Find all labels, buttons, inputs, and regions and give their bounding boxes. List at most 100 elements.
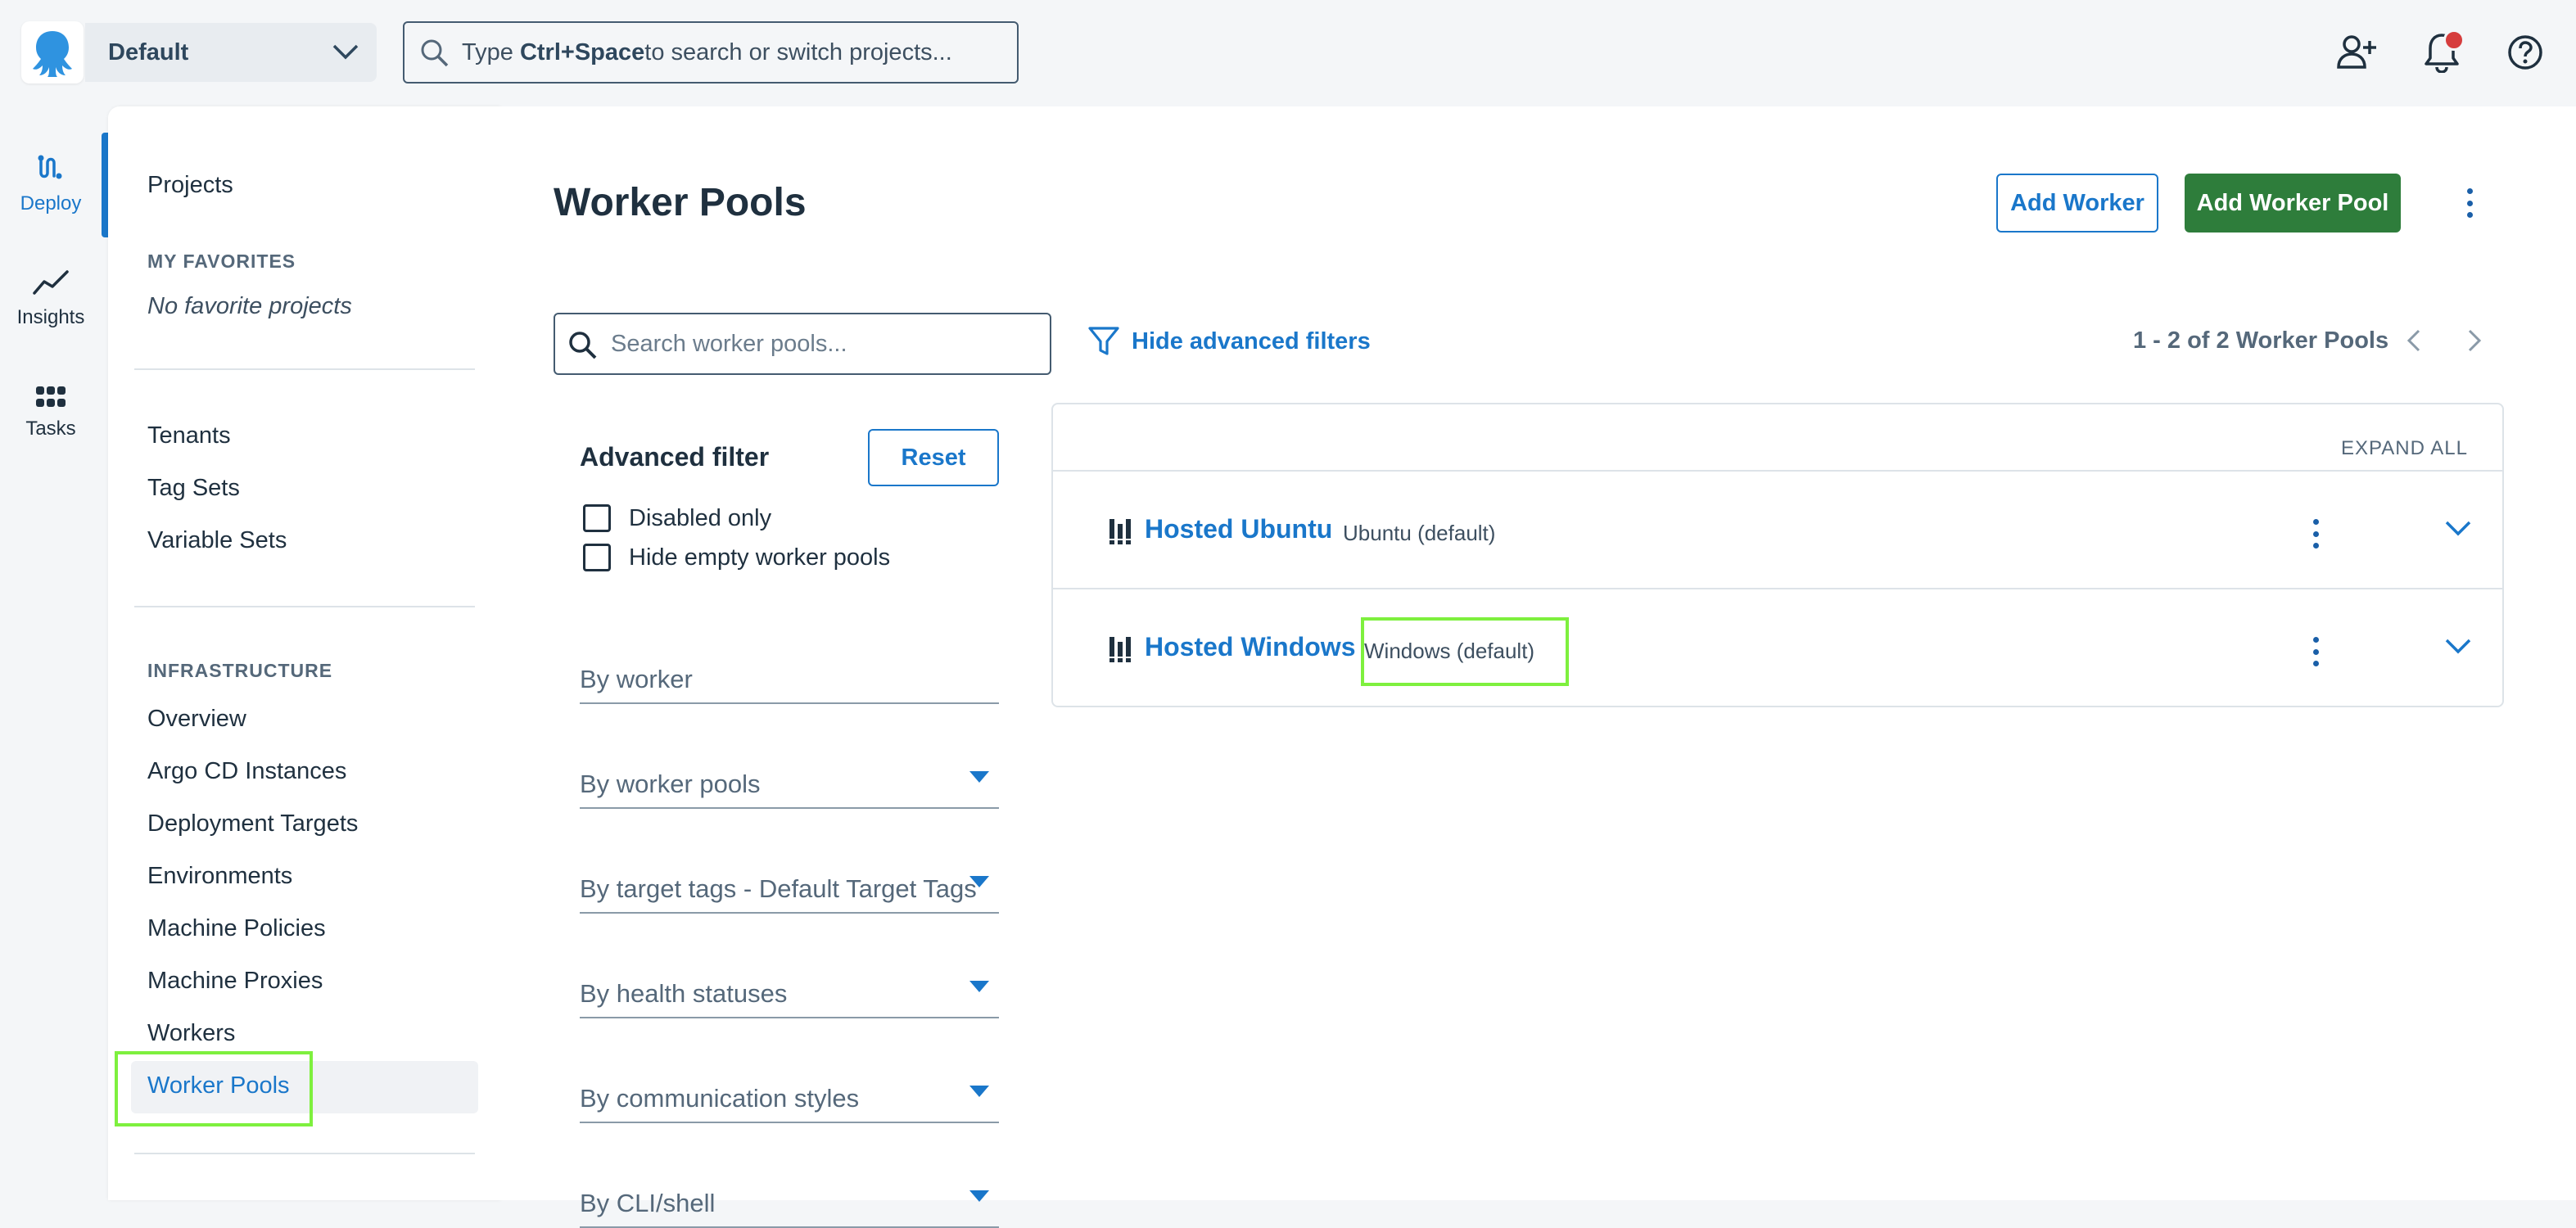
sidebar-item-variable-sets[interactable]: Variable Sets [147,527,287,554]
search-icon [567,329,599,368]
search-prefix: Type [462,38,513,65]
sidebar-item-machine-policies[interactable]: Machine Policies [147,915,326,942]
hide-filters-label: Hide advanced filters [1132,327,1371,354]
add-user-icon [2337,35,2376,69]
dropdown-arrow-icon [969,771,989,783]
row-overflow-menu-button[interactable] [2307,637,2324,666]
checkbox-box [583,544,611,571]
invite-user-button[interactable] [2332,28,2381,77]
worker-pool-type: Ubuntu (default) [1343,521,1496,545]
divider [134,1153,475,1154]
sidebar-item-workers[interactable]: Workers [147,1020,235,1047]
highlight-box [1361,617,1569,686]
rail-label-tasks: Tasks [25,418,76,440]
infrastructure-sidebar: Projects MY FAVORITES No favorite projec… [108,106,501,1200]
row-overflow-menu-button[interactable] [2307,519,2324,549]
sidebar-item-argo-cd-instances[interactable]: Argo CD Instances [147,758,346,785]
dropdown-arrow-icon [969,1086,989,1097]
chevron-left-icon [2407,329,2420,352]
by-worker-input[interactable]: By worker [580,658,999,704]
highlight-box [115,1051,313,1126]
add-worker-button[interactable]: Add Worker [1996,174,2158,233]
by-comm-placeholder: By communication styles [580,1084,860,1113]
hide-empty-pools-checkbox[interactable]: Hide empty worker pools [583,544,890,571]
help-icon [2508,35,2542,70]
advanced-filter-title: Advanced filter [580,442,770,472]
worker-pools-list: EXPAND ALL Hosted Ubuntu Ubuntu (default… [1051,403,2504,707]
worker-pool-name[interactable]: Hosted Windows [1145,632,1355,662]
pagination-summary: 1 - 2 of 2 Worker Pools [2133,327,2389,354]
by-target-tags-placeholder: By target tags - Default Target Tags [580,874,977,903]
by-cli-placeholder: By CLI/shell [580,1189,716,1217]
infrastructure-header: INFRASTRUCTURE [147,660,333,681]
no-favorites-text: No favorite projects [147,293,352,319]
rail-active-indicator [102,133,108,237]
tasks-icon [36,386,66,407]
rail-item-deploy[interactable]: Deploy [0,133,102,234]
divider [134,606,475,607]
by-communication-styles-select[interactable]: By communication styles [580,1077,999,1123]
deploy-icon [38,155,62,179]
rail-item-tasks[interactable]: Tasks [0,362,102,463]
by-worker-pools-select[interactable]: By worker pools [580,763,999,809]
sidebar-item-overview[interactable]: Overview [147,706,246,733]
insights-icon [33,270,69,295]
add-worker-pool-button[interactable]: Add Worker Pool [2185,174,2401,233]
help-button[interactable] [2501,28,2550,77]
disabled-only-label: Disabled only [629,504,772,531]
checkbox-box [583,504,611,532]
sidebar-item-deployment-targets[interactable]: Deployment Targets [147,810,358,837]
global-search-input[interactable]: Type Ctrl+Space to search or switch proj… [403,21,1019,84]
by-worker-pools-placeholder: By worker pools [580,770,761,798]
page-overflow-menu-button[interactable] [2461,188,2478,218]
search-icon [419,38,450,75]
hide-advanced-filters-link[interactable]: Hide advanced filters [1087,326,1371,357]
rail-label-insights: Insights [16,306,85,328]
favorites-header: MY FAVORITES [147,251,296,272]
by-target-tags-select[interactable]: By target tags - Default Target Tags [580,868,999,914]
worker-pool-row[interactable]: Hosted Windows Windows (default) [1053,588,2502,704]
sidebar-item-machine-proxies[interactable]: Machine Proxies [147,968,323,995]
rail-label-deploy: Deploy [20,192,82,214]
by-worker-placeholder: By worker [580,665,693,693]
previous-page-button[interactable] [2397,324,2430,357]
worker-pool-row[interactable]: Hosted Ubuntu Ubuntu (default) [1053,470,2502,586]
hide-empty-label: Hide empty worker pools [629,544,891,571]
left-rail: Deploy Insights Tasks [0,106,102,1200]
sidebar-item-environments[interactable]: Environments [147,863,292,890]
notification-badge [2443,29,2465,51]
sidebar-item-tag-sets[interactable]: Tag Sets [147,475,240,502]
sidebar-item-tenants[interactable]: Tenants [147,422,231,449]
dropdown-arrow-icon [969,981,989,992]
worker-pool-icon [1109,517,1133,549]
rail-item-insights[interactable]: Insights [0,247,102,349]
top-bar: Default Type Ctrl+Space to search or swi… [0,0,2576,106]
divider [134,368,475,370]
expand-all-button[interactable]: EXPAND ALL [2341,437,2468,460]
disabled-only-checkbox[interactable]: Disabled only [583,504,771,532]
octopus-logo[interactable] [21,21,84,84]
main-content: Worker Pools Add Worker Add Worker Pool … [501,106,2576,1228]
by-health-statuses-select[interactable]: By health statuses [580,973,999,1018]
page-title: Worker Pools [554,181,807,224]
worker-pool-name[interactable]: Hosted Ubuntu [1145,514,1332,544]
dropdown-arrow-icon [969,876,989,887]
filter-icon [1088,327,1119,355]
next-page-button[interactable] [2458,324,2491,357]
reset-filters-button[interactable]: Reset [868,429,999,486]
search-placeholder: Search worker pools... [611,330,847,357]
worker-pool-icon [1109,635,1133,667]
sidebar-item-projects[interactable]: Projects [147,172,233,199]
space-selector[interactable]: Default [85,23,377,82]
search-suffix: to search or switch projects... [644,38,952,65]
chevron-down-icon[interactable] [2443,637,2473,661]
by-cli-shell-select[interactable]: By CLI/shell [580,1182,999,1228]
notifications-button[interactable] [2417,28,2466,77]
chevron-down-icon[interactable] [2443,519,2473,543]
chevron-right-icon [2468,329,2482,352]
chevron-down-icon [331,41,360,68]
worker-pool-search-input[interactable]: Search worker pools... [554,313,1051,375]
space-name: Default [108,38,189,65]
by-health-placeholder: By health statuses [580,979,788,1008]
search-shortcut: Ctrl+Space [519,38,645,65]
